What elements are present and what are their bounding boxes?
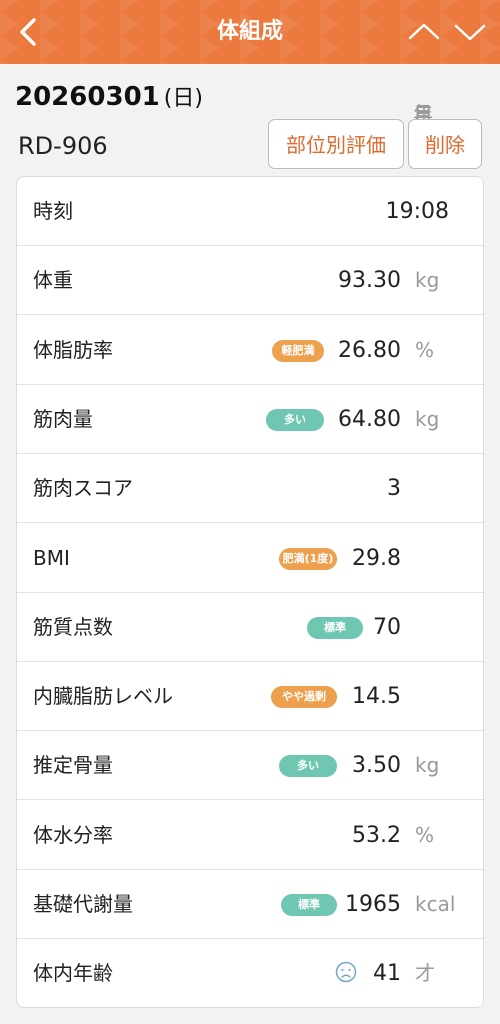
item-value: 19:08 bbox=[385, 199, 449, 224]
device-model: RD-906 bbox=[18, 132, 108, 160]
list-item: 筋肉量 64.80 kg 多い bbox=[17, 385, 483, 454]
item-label: 筋質点数 bbox=[33, 614, 113, 639]
sad-face-icon bbox=[335, 962, 357, 983]
item-unit: kg bbox=[415, 406, 440, 431]
item-label: 推定骨量 bbox=[33, 753, 113, 778]
date-day: 01 bbox=[123, 82, 160, 112]
list-item: 筋肉スコア 3 bbox=[17, 454, 483, 524]
item-value: 64.80 bbox=[338, 406, 401, 432]
item-value: 29.8 bbox=[352, 545, 401, 571]
item-label: BMI bbox=[33, 545, 70, 570]
item-label: 基礎代謝量 bbox=[33, 892, 133, 916]
item-value: 26.80 bbox=[338, 337, 401, 363]
status-badge: 標準 bbox=[281, 894, 337, 916]
date-weekday: (日) bbox=[163, 86, 203, 111]
item-label: 体水分率 bbox=[33, 822, 113, 847]
status-badge: 軽肥満 bbox=[272, 339, 324, 362]
item-unit: % bbox=[415, 337, 435, 362]
item-value: 93.30 bbox=[338, 268, 401, 294]
list-item: 体重 93.30 kg bbox=[17, 246, 483, 316]
item-value: 14.5 bbox=[352, 684, 401, 710]
chevron-up-icon[interactable] bbox=[404, 14, 444, 50]
item-value: 3 bbox=[387, 476, 401, 502]
item-value: 70 bbox=[373, 614, 401, 640]
item-value: 3.50 bbox=[352, 753, 401, 779]
item-label: 時刻 bbox=[33, 199, 73, 223]
list-item: 体脂肪率 26.80% 軽肥満 bbox=[17, 316, 483, 385]
status-badge: 肥満(1度) bbox=[279, 547, 337, 570]
item-label: 体重 bbox=[33, 268, 73, 293]
list-item: 基礎代謝量 1965 kcal 標準 bbox=[17, 870, 483, 939]
item-label: 筋肉スコア bbox=[33, 476, 133, 501]
status-badge: 多い bbox=[279, 755, 337, 778]
item-unit: kcal bbox=[415, 892, 456, 916]
list-item: 時刻 19:08 bbox=[17, 177, 483, 246]
item-unit: % bbox=[415, 822, 435, 847]
item-label: 内臓脂肪レベル bbox=[33, 684, 173, 709]
chevron-down-icon[interactable] bbox=[450, 14, 490, 50]
item-label: 体内年齢 bbox=[33, 961, 113, 986]
list-item: 筋質点数 70 標準 bbox=[17, 593, 483, 662]
list-item: 内臓脂肪レベル 14.5 やや過剰 bbox=[17, 662, 483, 732]
list-item: 推定骨量 3.50 kg 多い bbox=[17, 731, 483, 801]
list-item: 体水分率 53.2% bbox=[17, 801, 483, 870]
date-year: 2026 bbox=[15, 82, 88, 112]
status-badge: 標準 bbox=[307, 616, 363, 639]
status-badge: 多い bbox=[266, 408, 324, 431]
measurement-date: 2026 年 03 月 01 日 (日) bbox=[15, 80, 433, 126]
delete-button[interactable]: 削除 bbox=[408, 119, 482, 169]
item-value: 53.2 bbox=[352, 822, 401, 848]
list-item: 体内年齢 41 才 bbox=[17, 939, 483, 1007]
item-label: 体脂肪率 bbox=[33, 337, 113, 362]
date-month: 03 bbox=[87, 82, 124, 112]
item-unit: kg bbox=[415, 753, 440, 778]
list-item: BMI 29.8 肥満(1度) bbox=[17, 524, 483, 593]
body-composition-list: 時刻 19:08 体重 93.30 kg 体脂肪率 26.80% 軽肥満筋肉量 64.80 kg 多… bbox=[16, 176, 484, 1008]
part-evaluation-button[interactable]: 部位別評価 bbox=[268, 119, 404, 169]
item-label: 筋肉量 bbox=[33, 406, 93, 431]
item-value: 41 bbox=[373, 961, 401, 987]
status-badge: やや過剰 bbox=[271, 686, 337, 709]
header-bar: 体組成 bbox=[0, 0, 500, 64]
item-unit: kg bbox=[415, 268, 440, 293]
item-value: 1965 bbox=[345, 892, 401, 917]
item-unit: 才 bbox=[415, 961, 435, 986]
